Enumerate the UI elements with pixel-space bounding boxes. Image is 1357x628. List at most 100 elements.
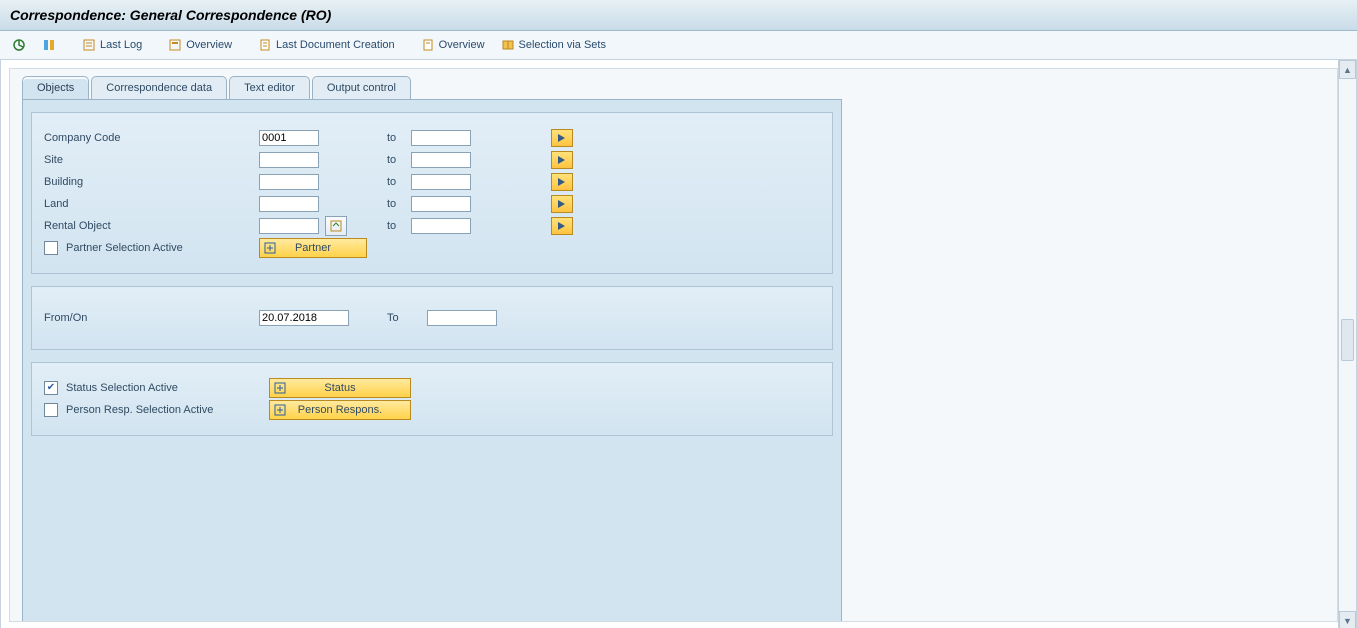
overview1-label: Overview [186, 39, 232, 51]
land-label: Land [42, 198, 259, 210]
scroll-down-button[interactable]: ▼ [1339, 611, 1356, 628]
rental-object-search-help-button[interactable] [325, 216, 347, 236]
date-range-group: From/On To [31, 286, 833, 350]
tab-objects[interactable]: Objects [22, 76, 89, 99]
partner-selection-text: Partner Selection Active [66, 242, 183, 254]
overview2-button[interactable]: Overview [415, 35, 491, 55]
last-doc-creation-button[interactable]: Last Document Creation [252, 35, 401, 55]
log-icon [82, 38, 96, 52]
row-company-code: Company Code to [42, 127, 822, 149]
partner-selection-checkbox[interactable] [44, 241, 58, 255]
row-person-resp-selection: Person Resp. Selection Active Person Res… [42, 399, 822, 421]
execute-icon [12, 38, 26, 52]
variant-button[interactable] [36, 35, 62, 55]
from-on-label: From/On [42, 312, 259, 324]
scroll-up-button[interactable]: ▲ [1339, 60, 1356, 79]
site-multiple-selection-button[interactable] [551, 151, 573, 169]
row-site: Site to [42, 149, 822, 171]
site-from-input[interactable] [259, 152, 319, 168]
overview1-button[interactable]: Overview [162, 35, 238, 55]
scroll-track[interactable] [1339, 79, 1356, 611]
overview-icon [168, 38, 182, 52]
building-from-input[interactable] [259, 174, 319, 190]
last-log-label: Last Log [100, 39, 142, 51]
rental-object-multiple-selection-button[interactable] [551, 217, 573, 235]
variant-icon [42, 38, 56, 52]
expand-icon [272, 380, 288, 396]
partner-selection-label: Partner Selection Active [42, 241, 259, 255]
person-resp-selection-label: Person Resp. Selection Active [42, 403, 269, 417]
row-status-selection: Status Selection Active Status [42, 377, 822, 399]
to-date-input[interactable] [427, 310, 497, 326]
rental-object-from-input[interactable] [259, 218, 319, 234]
selection-criteria-group: Company Code to Site to [31, 112, 833, 274]
search-help-icon [330, 220, 342, 232]
scroll-thumb[interactable] [1341, 319, 1354, 361]
company-code-from-input[interactable] [259, 130, 319, 146]
window-title: Correspondence: General Correspondence (… [10, 7, 331, 23]
tab-body-objects: Company Code to Site to [22, 99, 842, 622]
vertical-scrollbar[interactable]: ▲ ▼ [1338, 60, 1356, 628]
arrow-right-icon [557, 133, 567, 143]
to-label: to [387, 176, 411, 188]
selection-via-sets-label: Selection via Sets [519, 39, 606, 51]
status-selection-text: Status Selection Active [66, 382, 178, 394]
window-title-bar: Correspondence: General Correspondence (… [0, 0, 1357, 31]
person-respons-button[interactable]: Person Respons. [269, 400, 411, 420]
partner-button-label: Partner [295, 242, 331, 254]
to-upper-label: To [387, 312, 411, 324]
sets-icon [501, 38, 515, 52]
status-selection-label: Status Selection Active [42, 381, 269, 395]
last-doc-creation-label: Last Document Creation [276, 39, 395, 51]
to-label: to [387, 220, 411, 232]
tab-correspondence-data[interactable]: Correspondence data [91, 76, 227, 99]
tab-text-editor[interactable]: Text editor [229, 76, 310, 99]
tab-correspondence-data-label: Correspondence data [106, 82, 212, 94]
person-resp-selection-checkbox[interactable] [44, 403, 58, 417]
tab-objects-label: Objects [37, 82, 74, 94]
row-partner-selection: Partner Selection Active Partner [42, 237, 822, 259]
status-button[interactable]: Status [269, 378, 411, 398]
arrow-right-icon [557, 177, 567, 187]
selection-via-sets-button[interactable]: Selection via Sets [495, 35, 612, 55]
row-from-on: From/On To [42, 307, 822, 329]
land-to-input[interactable] [411, 196, 471, 212]
application-toolbar: Last Log Overview Last Document Creation… [0, 31, 1357, 60]
person-respons-button-label: Person Respons. [298, 404, 382, 416]
building-multiple-selection-button[interactable] [551, 173, 573, 191]
main-content-area: www.tutorialkart.com Objects Corresponde… [0, 60, 1357, 628]
row-rental-object: Rental Object to [42, 215, 822, 237]
row-building: Building to [42, 171, 822, 193]
tab-output-control-label: Output control [327, 82, 396, 94]
execute-button[interactable] [6, 35, 32, 55]
status-button-label: Status [324, 382, 355, 394]
expand-icon [262, 240, 278, 256]
land-multiple-selection-button[interactable] [551, 195, 573, 213]
site-label: Site [42, 154, 259, 166]
company-code-to-input[interactable] [411, 130, 471, 146]
to-label: to [387, 154, 411, 166]
tab-output-control[interactable]: Output control [312, 76, 411, 99]
document-icon [421, 38, 435, 52]
rental-object-to-input[interactable] [411, 218, 471, 234]
from-on-input[interactable] [259, 310, 349, 326]
overview2-label: Overview [439, 39, 485, 51]
site-to-input[interactable] [411, 152, 471, 168]
expand-icon [272, 402, 288, 418]
status-person-group: Status Selection Active Status Person Re… [31, 362, 833, 436]
company-code-label: Company Code [42, 132, 259, 144]
tab-text-editor-label: Text editor [244, 82, 295, 94]
land-from-input[interactable] [259, 196, 319, 212]
document-icon [258, 38, 272, 52]
arrow-right-icon [557, 155, 567, 165]
company-code-multiple-selection-button[interactable] [551, 129, 573, 147]
status-selection-checkbox[interactable] [44, 381, 58, 395]
to-label: to [387, 132, 411, 144]
arrow-right-icon [557, 221, 567, 231]
partner-button[interactable]: Partner [259, 238, 367, 258]
arrow-right-icon [557, 199, 567, 209]
building-to-input[interactable] [411, 174, 471, 190]
rental-object-label: Rental Object [42, 220, 259, 232]
last-log-button[interactable]: Last Log [76, 35, 148, 55]
content-wrap: Objects Correspondence data Text editor … [9, 68, 1338, 622]
